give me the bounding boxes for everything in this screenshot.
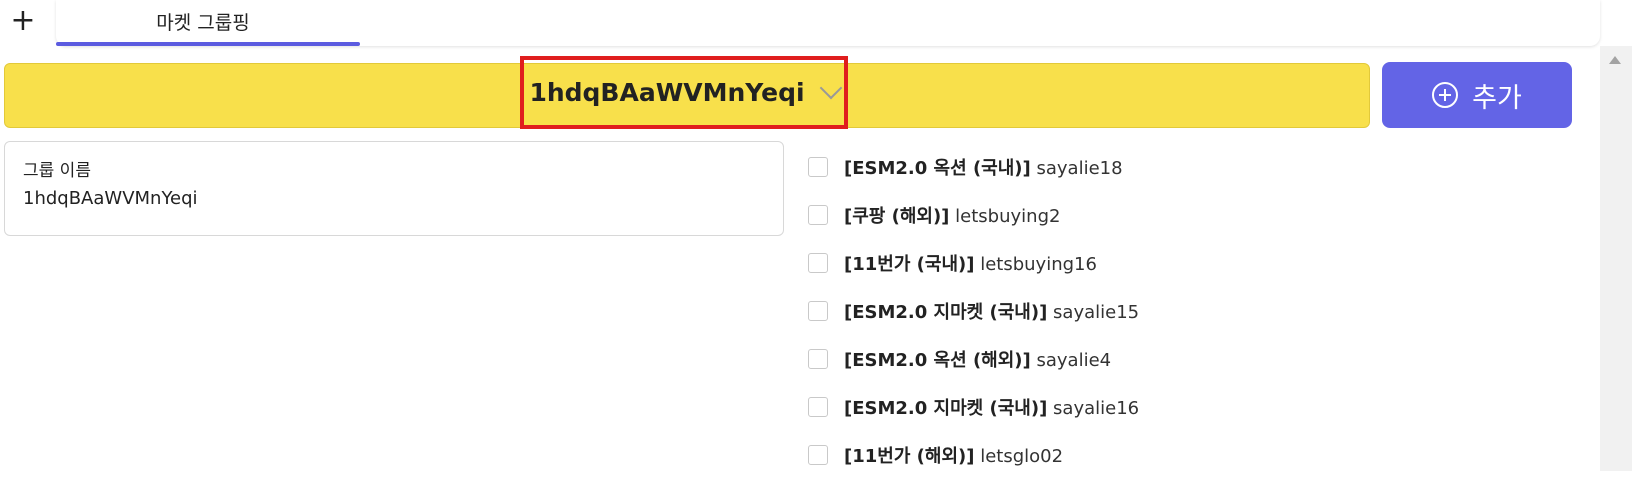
market-item[interactable]: [ESM2.0 지마켓 (국내)] sayalie16 — [808, 383, 1139, 431]
chevron-down-icon — [819, 76, 842, 99]
tab-bar: + 마켓 그룹핑 — [0, 0, 1600, 46]
market-account: sayalie4 — [1036, 350, 1112, 371]
active-tab-indicator — [56, 42, 360, 46]
market-item[interactable]: [ESM2.0 지마켓 (국내)] sayalie15 — [808, 287, 1139, 335]
group-name-label: 그룹 이름 — [23, 161, 91, 181]
market-item[interactable]: [11번가 (국내)] letsbuying16 — [808, 239, 1139, 287]
market-account: sayalie18 — [1036, 158, 1123, 179]
market-item[interactable]: [ESM2.0 옥션 (국내)] sayalie18 — [808, 143, 1139, 191]
market-checkbox[interactable] — [808, 205, 828, 225]
market-name: [쿠팡 (해외)] — [844, 206, 950, 227]
market-checkbox[interactable] — [808, 157, 828, 177]
market-checkbox[interactable] — [808, 397, 828, 417]
add-tab-button[interactable]: + — [8, 6, 38, 36]
group-select-dropdown[interactable]: 1hdqBAaWVMnYeqi — [520, 56, 848, 129]
group-select-value: 1hdqBAaWVMnYeqi — [529, 78, 805, 107]
market-name: [ESM2.0 옥션 (해외)] — [844, 350, 1031, 371]
market-name: [11번가 (국내)] — [844, 254, 975, 275]
add-button-label: 추가 — [1472, 82, 1522, 113]
market-account: letsglo02 — [980, 446, 1064, 467]
market-name: [ESM2.0 지마켓 (국내)] — [844, 398, 1048, 419]
market-checkbox[interactable] — [808, 301, 828, 321]
tab-label: 마켓 그룹핑 — [156, 12, 250, 34]
group-name-card: 그룹 이름 1hdqBAaWVMnYeqi — [4, 141, 784, 236]
market-item[interactable]: [11번가 (해외)] letsglo02 — [808, 431, 1139, 479]
market-name: [11번가 (해외)] — [844, 446, 975, 467]
market-item[interactable]: [ESM2.0 옥션 (해외)] sayalie4 — [808, 335, 1139, 383]
market-account: sayalie16 — [1053, 398, 1140, 419]
market-item[interactable]: [쿠팡 (해외)] letsbuying2 — [808, 191, 1139, 239]
market-list: [ESM2.0 옥션 (국내)] sayalie18 [쿠팡 (해외)] let… — [808, 143, 1139, 479]
add-button[interactable]: 추가 — [1382, 62, 1572, 128]
tab-market-grouping[interactable]: 마켓 그룹핑 — [56, 0, 1600, 46]
market-checkbox[interactable] — [808, 253, 828, 273]
scroll-up-arrow-icon[interactable] — [1609, 56, 1621, 64]
market-checkbox[interactable] — [808, 349, 828, 369]
market-name: [ESM2.0 옥션 (국내)] — [844, 158, 1031, 179]
market-checkbox[interactable] — [808, 445, 828, 465]
market-name: [ESM2.0 지마켓 (국내)] — [844, 302, 1048, 323]
market-account: sayalie15 — [1053, 302, 1140, 323]
market-account: letsbuying16 — [980, 254, 1097, 275]
plus-circle-icon — [1432, 82, 1459, 108]
vertical-scrollbar[interactable] — [1600, 46, 1632, 471]
market-account: letsbuying2 — [955, 206, 1061, 227]
group-name-value: 1hdqBAaWVMnYeqi — [23, 188, 198, 209]
